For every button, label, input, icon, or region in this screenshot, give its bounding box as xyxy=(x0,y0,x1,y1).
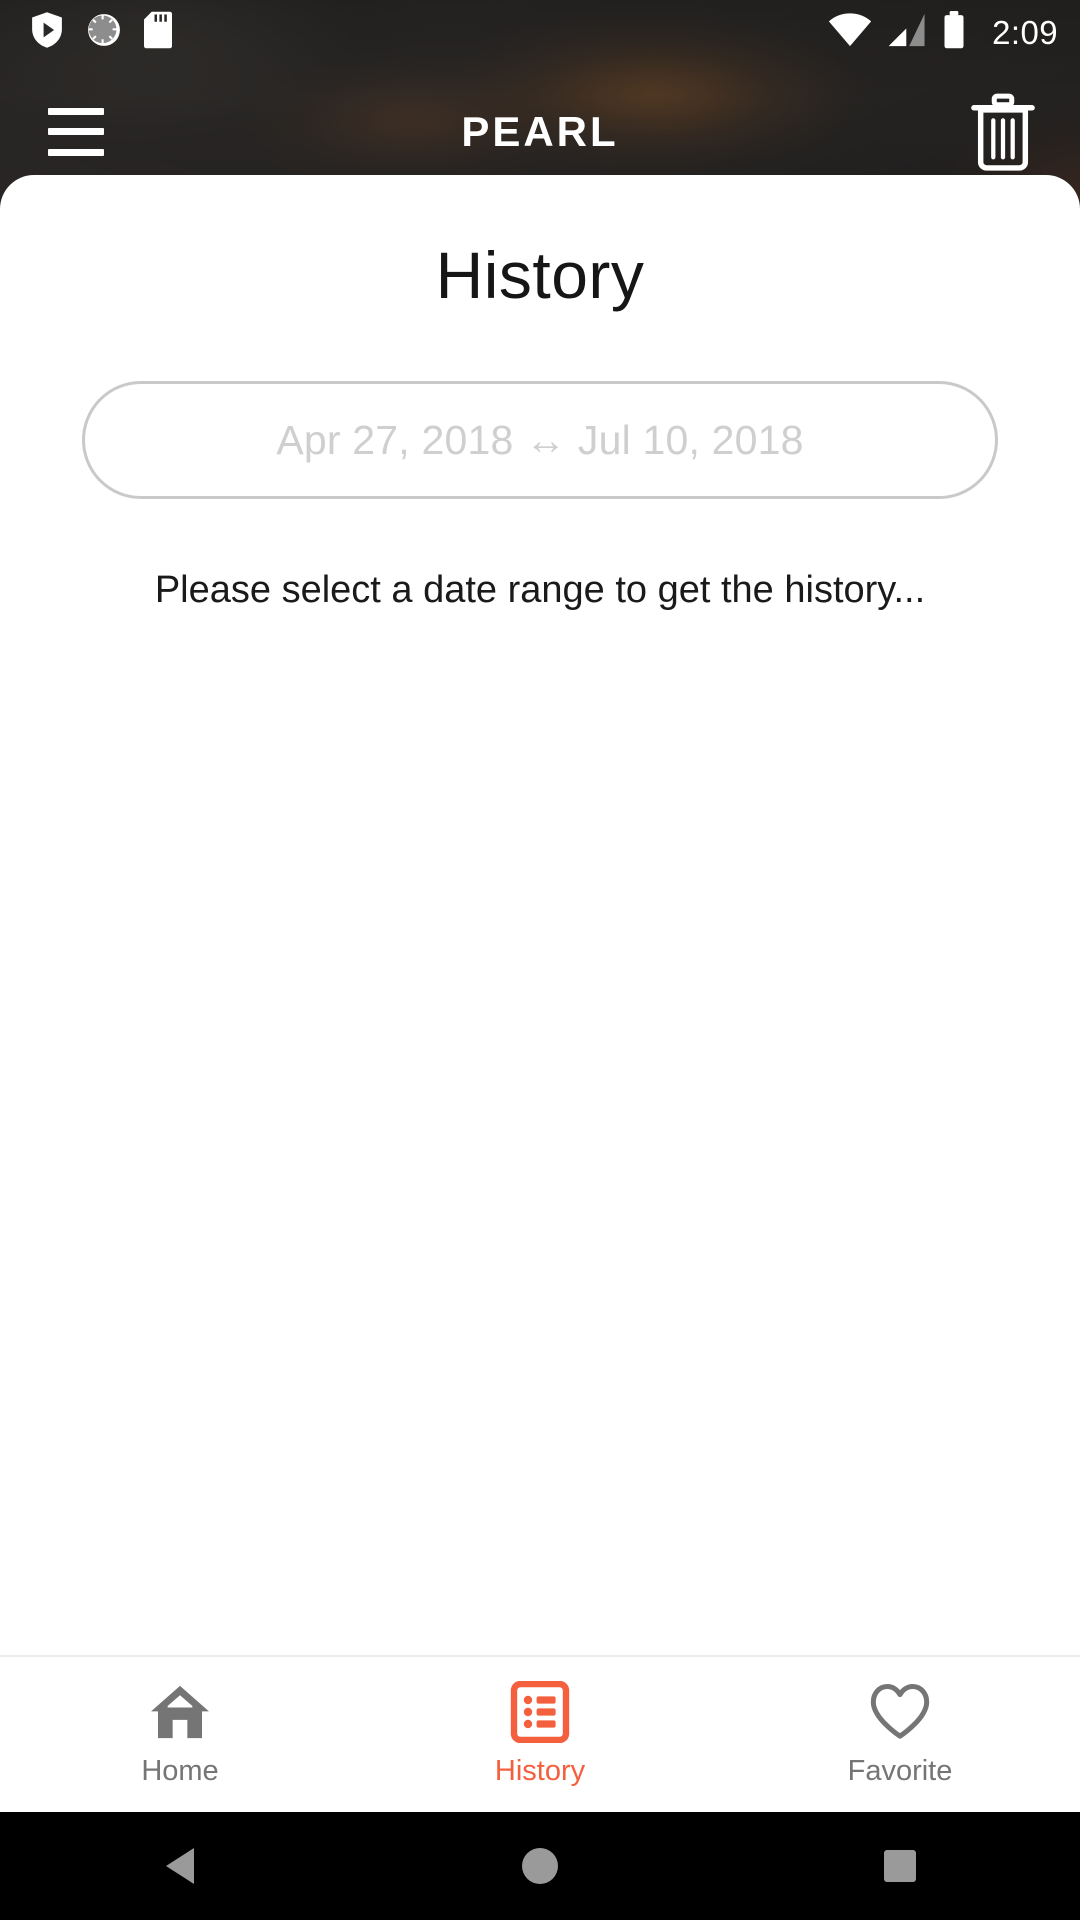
recents-square-icon xyxy=(884,1850,916,1882)
status-bar: 2:09 xyxy=(0,0,1080,64)
sync-circle-icon xyxy=(86,12,122,53)
battery-icon xyxy=(942,10,966,54)
system-navigation-bar xyxy=(0,1812,1080,1920)
play-protect-icon xyxy=(30,11,64,54)
nav-tab-favorite[interactable]: Favorite xyxy=(720,1657,1080,1812)
phone-screen: 2:09 PEARL History Apr 27, 2018 ↔ Jul 10… xyxy=(0,0,1080,1920)
nav-tab-home[interactable]: Home xyxy=(0,1657,360,1812)
back-triangle-icon xyxy=(166,1848,194,1884)
nav-tab-history[interactable]: History xyxy=(360,1657,720,1812)
app-title: PEARL xyxy=(461,107,619,155)
status-bar-left-icons xyxy=(30,11,172,54)
system-home-button[interactable] xyxy=(360,1848,720,1884)
page-title: History xyxy=(435,238,645,312)
nav-tab-home-label: Home xyxy=(141,1755,219,1787)
app-bar: PEARL xyxy=(0,64,1080,199)
content-sheet: History Apr 27, 2018 ↔ Jul 10, 2018 Plea… xyxy=(0,175,1080,1665)
list-icon xyxy=(510,1681,570,1743)
nav-tab-history-label: History xyxy=(494,1755,586,1787)
bottom-navigation-bar: Home History Favorite xyxy=(0,1655,1080,1812)
cellular-signal-icon xyxy=(888,13,926,52)
status-bar-right-icons: 2:09 xyxy=(828,10,1058,54)
date-range-value: Apr 27, 2018 ↔ Jul 10, 2018 xyxy=(276,416,804,463)
home-circle-icon xyxy=(522,1848,558,1884)
status-bar-clock: 2:09 xyxy=(992,13,1058,51)
system-back-button[interactable] xyxy=(0,1848,360,1884)
heart-icon xyxy=(869,1681,931,1743)
date-range-picker[interactable]: Apr 27, 2018 ↔ Jul 10, 2018 xyxy=(82,381,998,499)
trash-icon[interactable] xyxy=(966,92,1040,172)
system-recents-button[interactable] xyxy=(720,1850,1080,1882)
nav-tab-favorite-label: Favorite xyxy=(847,1755,953,1787)
home-icon xyxy=(149,1681,211,1743)
sd-card-icon xyxy=(144,11,172,54)
wifi-icon xyxy=(828,12,872,52)
empty-state-message: Please select a date range to get the hi… xyxy=(154,569,926,611)
